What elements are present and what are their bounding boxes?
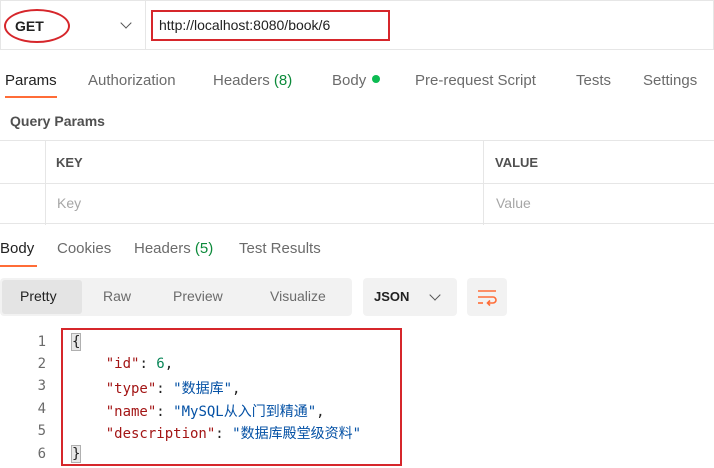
tab-pre-request-script[interactable]: Pre-request Script — [415, 72, 536, 89]
tab-response-headers-count: (5) — [194, 240, 214, 257]
url-input[interactable]: http://localhost:8080/book/6 — [145, 0, 714, 50]
tab-body[interactable]: Body — [332, 72, 381, 89]
tab-response-headers[interactable]: Headers (5) — [134, 240, 213, 257]
tab-params[interactable]: Params — [5, 72, 57, 89]
active-tab-underline — [5, 96, 57, 98]
table-row-divider — [0, 183, 714, 184]
tab-body-label: Body — [332, 72, 367, 89]
query-params-table: KEY VALUE Key Value — [0, 140, 714, 225]
key-column-header: KEY — [56, 155, 83, 170]
tab-response-body[interactable]: Body — [0, 240, 34, 257]
tab-headers-label: Headers — [213, 72, 270, 89]
line-number: 1 — [37, 334, 46, 350]
method-select[interactable]: GET — [0, 0, 145, 50]
active-tab-underline — [0, 265, 37, 267]
line-number: 5 — [37, 423, 46, 439]
url-text: http://localhost:8080/book/6 — [159, 17, 331, 33]
tab-headers-count: (8) — [273, 72, 293, 89]
line-number: 4 — [37, 401, 46, 417]
key-input[interactable]: Key — [57, 195, 81, 211]
format-select[interactable]: JSON — [363, 278, 457, 316]
line-number: 3 — [37, 378, 46, 394]
line-number: 2 — [37, 356, 46, 372]
view-mode-toggle: Pretty Raw Preview Visualize — [0, 278, 352, 316]
wrap-lines-button[interactable] — [467, 278, 507, 316]
chevron-down-icon — [120, 17, 132, 29]
tab-headers[interactable]: Headers (8) — [213, 72, 292, 89]
query-params-title: Query Params — [10, 113, 105, 129]
view-raw-button[interactable]: Raw — [103, 288, 131, 304]
tab-authorization[interactable]: Authorization — [88, 72, 176, 89]
response-annotation-box — [61, 328, 402, 466]
chevron-down-icon — [429, 289, 441, 301]
tab-cookies[interactable]: Cookies — [57, 240, 111, 257]
response-tabs: Body Cookies Headers (5) Test Results — [0, 232, 714, 268]
request-url-bar: GET http://localhost:8080/book/6 — [0, 0, 714, 52]
format-label: JSON — [374, 289, 410, 304]
body-indicator-dot-icon — [372, 75, 381, 83]
value-column-header: VALUE — [495, 155, 539, 170]
wrap-lines-icon — [478, 290, 497, 307]
tab-test-results[interactable]: Test Results — [239, 240, 321, 257]
value-input[interactable]: Value — [496, 195, 531, 211]
view-pretty-button[interactable]: Pretty — [20, 288, 57, 304]
tab-settings[interactable]: Settings — [643, 72, 697, 89]
request-tabs: Params Authorization Headers (8) Body Pr… — [0, 66, 714, 100]
line-number: 6 — [37, 446, 46, 462]
tab-response-headers-label: Headers — [134, 240, 191, 257]
tab-tests[interactable]: Tests — [576, 72, 611, 89]
view-visualize-button[interactable]: Visualize — [270, 288, 326, 304]
method-label: GET — [15, 18, 44, 34]
view-preview-button[interactable]: Preview — [173, 288, 223, 304]
